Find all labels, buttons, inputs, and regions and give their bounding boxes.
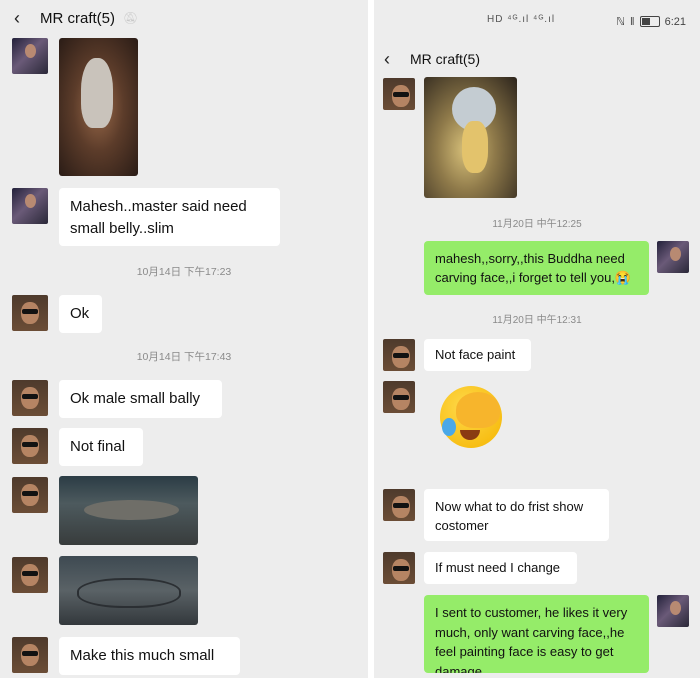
message-bubble[interactable]: Ok male small bally	[59, 380, 222, 418]
statue-photo[interactable]	[59, 38, 138, 176]
chat-header: ‹ MR craft(5) 🔕︎	[0, 6, 368, 30]
message-bubble[interactable]: Mahesh..master said need small belly..sl…	[59, 188, 280, 246]
buddha-photo[interactable]	[424, 77, 517, 198]
mold-photo[interactable]	[59, 556, 198, 625]
message-bubble[interactable]: Make this much small	[59, 637, 240, 675]
timestamp: 10月14日 下午17:23	[136, 266, 232, 278]
battery-icon	[639, 16, 660, 27]
avatar[interactable]	[383, 339, 415, 371]
avatar[interactable]	[12, 557, 48, 593]
chat-screenshot-right: HD ⁴ᴳ.ıl ⁴ᴳ.ıl ℕ ‖ 6:21 ‹ MR craft(5) 11…	[374, 0, 700, 678]
avatar[interactable]	[657, 595, 689, 627]
avatar[interactable]	[12, 428, 48, 464]
chat-screenshot-left: ‹ MR craft(5) 🔕︎ Mahesh..master said nee…	[0, 0, 368, 678]
nfc-icon: ℕ	[616, 16, 626, 28]
timestamp: 11月20日 中午12:31	[492, 315, 582, 326]
avatar[interactable]	[12, 477, 48, 513]
message-bubble[interactable]: Now what to do frist show costomer	[424, 489, 609, 541]
message-bubble[interactable]: Not face paint	[424, 339, 531, 371]
back-arrow-icon[interactable]: ‹	[14, 8, 28, 29]
chat-header: ‹ MR craft(5)	[374, 48, 700, 70]
back-arrow-icon[interactable]: ‹	[384, 49, 398, 70]
message-bubble-sent[interactable]: mahesh,,sorry,,this Buddha need carving …	[424, 241, 649, 295]
timestamp: 11月20日 中午12:25	[492, 219, 582, 230]
avatar[interactable]	[12, 295, 48, 331]
timestamp: 10月14日 下午17:43	[136, 351, 232, 363]
avatar[interactable]	[12, 637, 48, 673]
message-bubble[interactable]: Ok	[59, 295, 102, 333]
signal-icon: HD ⁴ᴳ.ıl ⁴ᴳ.ıl	[487, 14, 556, 25]
avatar[interactable]	[383, 489, 415, 521]
mute-bell-icon: 🔕︎	[123, 11, 139, 25]
message-bubble[interactable]: If must need I change	[424, 552, 577, 584]
mold-photo[interactable]	[59, 476, 198, 545]
avatar[interactable]	[383, 552, 415, 584]
message-bubble-sent[interactable]: I sent to customer, he likes it very muc…	[424, 595, 649, 673]
avatar[interactable]	[657, 241, 689, 273]
chat-title: MR craft(5)	[410, 51, 480, 67]
message-bubble[interactable]: Not final	[59, 428, 143, 466]
status-bar: HD ⁴ᴳ.ıl ⁴ᴳ.ıl ℕ ‖ 6:21	[374, 0, 700, 30]
chat-title: MR craft(5)	[40, 9, 115, 27]
clock: 6:21	[664, 15, 686, 28]
avatar[interactable]	[12, 380, 48, 416]
vibrate-icon: ‖	[630, 15, 635, 28]
avatar[interactable]	[12, 38, 48, 74]
avatar[interactable]	[383, 381, 415, 413]
facepalm-emoji-icon[interactable]	[440, 386, 502, 448]
avatar[interactable]	[12, 188, 48, 224]
avatar[interactable]	[383, 78, 415, 110]
